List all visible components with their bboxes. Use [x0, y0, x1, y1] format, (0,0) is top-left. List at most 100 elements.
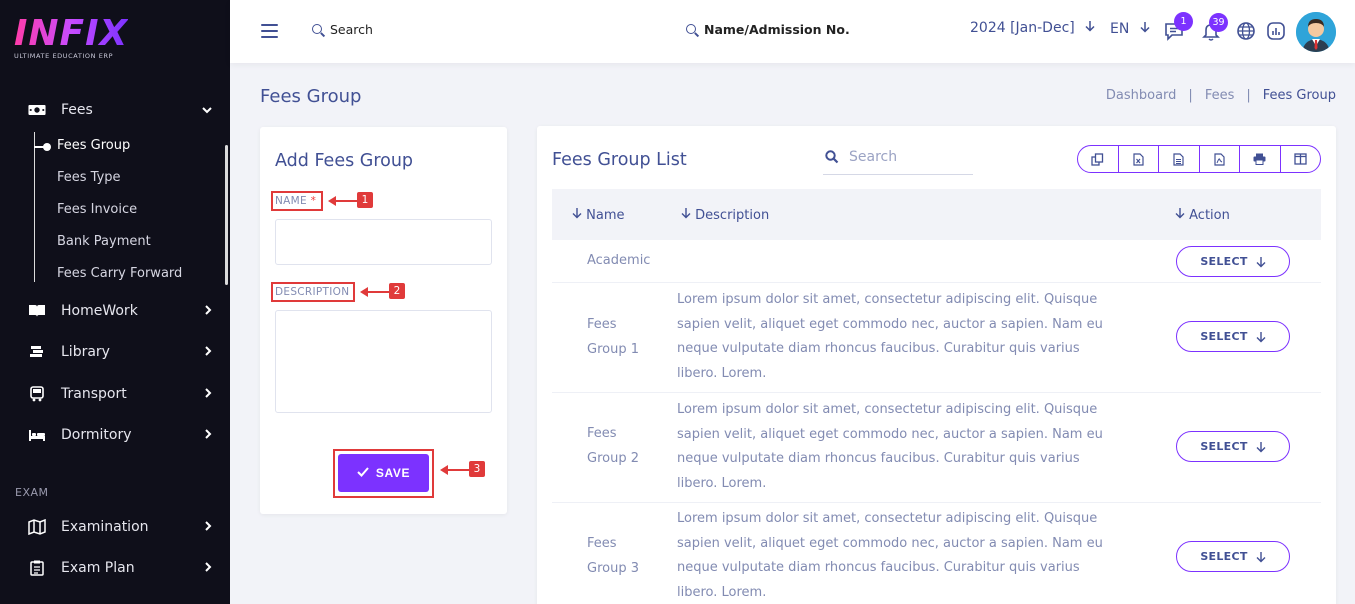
pdf-icon[interactable] [1200, 146, 1240, 172]
row-name-line1: Fees [587, 317, 617, 332]
student-search[interactable]: Name/Admission No. [686, 22, 850, 37]
logo[interactable]: INFIX ULTIMATE EDUCATION ERP [14, 14, 128, 61]
column-action-header[interactable]: Action [1175, 207, 1230, 223]
name-input[interactable] [275, 219, 492, 265]
sidebar-item-label: Examination [61, 519, 149, 535]
chevron-right-icon [205, 520, 212, 534]
session-selector[interactable]: 2024 [Jan-Dec] [970, 20, 1095, 36]
submenu-active-dot [43, 143, 51, 151]
bus-icon [28, 386, 46, 402]
row-name: Fees Group 2 [587, 422, 639, 471]
row-name: Fees Group 1 [587, 313, 639, 362]
save-button-label: SAVE [375, 466, 411, 480]
arrow-down-icon [1256, 256, 1266, 267]
book-icon [28, 303, 46, 319]
csv-icon[interactable] [1159, 146, 1200, 172]
global-search-label: Search [330, 22, 373, 37]
sidebar-subitem-fees-type[interactable]: Fees Type [57, 170, 121, 185]
sidebar-scrollbar[interactable] [225, 145, 228, 285]
sidebar-item-label: Dormitory [61, 427, 132, 443]
row-name: Academic [587, 253, 651, 268]
column-action-label: Action [1189, 208, 1230, 223]
map-icon [28, 519, 46, 535]
column-name-header[interactable]: Name [572, 207, 625, 223]
sidebar-subitem-fees-invoice[interactable]: Fees Invoice [57, 202, 137, 217]
table-header: Name Description Action [552, 189, 1321, 240]
logo-subtitle: ULTIMATE EDUCATION ERP [14, 52, 114, 60]
global-search[interactable]: Search [312, 22, 373, 37]
annotation-box-description [271, 282, 355, 302]
sidebar-item-label: Exam Plan [61, 560, 135, 576]
sidebar-item-fees[interactable]: Fees [0, 95, 230, 125]
chevron-right-icon [205, 387, 212, 401]
search-icon [686, 23, 698, 36]
page-title: Fees Group [260, 86, 362, 107]
arrow-down-icon [1256, 441, 1266, 452]
add-fees-group-card: Add Fees Group NAME * 1 DESCRIPTION 2 SA… [260, 127, 507, 514]
sidebar-subitem-fees-carry-forward[interactable]: Fees Carry Forward [57, 266, 182, 281]
menu-toggle-icon[interactable] [261, 24, 278, 38]
list-search-input[interactable]: Search [823, 140, 973, 175]
sidebar-item-examination[interactable]: Examination [0, 512, 230, 542]
sidebar-subitem-fees-group[interactable]: Fees Group [57, 138, 130, 153]
table-row: Academic SELECT [552, 240, 1321, 283]
row-name-line1: Fees [587, 426, 617, 441]
globe-icon[interactable] [1235, 20, 1257, 42]
save-button[interactable]: SAVE [338, 454, 429, 492]
sidebar-item-transport[interactable]: Transport [0, 379, 230, 409]
notification-badge: 39 [1209, 13, 1228, 32]
chat-badge: 1 [1174, 12, 1193, 31]
sort-arrow-icon [572, 208, 582, 219]
excel-icon[interactable] [1119, 146, 1159, 172]
sidebar-item-dormitory[interactable]: Dormitory [0, 420, 230, 450]
description-textarea[interactable] [275, 310, 492, 413]
annotation-arrow-head [360, 287, 368, 297]
submenu-line [34, 132, 35, 282]
row-name-line1: Fees [587, 536, 617, 551]
analytics-icon[interactable] [1265, 20, 1287, 42]
annotation-number: 3 [469, 461, 485, 477]
language-selector[interactable]: EN [1110, 21, 1150, 37]
sort-arrow-icon [681, 208, 691, 219]
row-name: Fees Group 3 [587, 532, 639, 581]
breadcrumb-fees[interactable]: Fees [1205, 88, 1235, 103]
select-button-label: SELECT [1200, 330, 1248, 343]
list-search-placeholder: Search [849, 149, 898, 165]
sidebar: INFIX ULTIMATE EDUCATION ERP Fees Fees G… [0, 0, 230, 604]
select-button-label: SELECT [1200, 255, 1248, 268]
breadcrumb-separator: | [1246, 88, 1251, 103]
annotation-arrow-head [440, 465, 448, 475]
column-description-label: Description [695, 208, 770, 223]
breadcrumb-dashboard[interactable]: Dashboard [1106, 88, 1177, 103]
money-icon [28, 102, 46, 118]
search-icon [312, 23, 324, 36]
chevron-down-icon [202, 103, 212, 117]
select-button[interactable]: SELECT [1176, 246, 1290, 277]
select-button[interactable]: SELECT [1176, 541, 1290, 572]
select-button[interactable]: SELECT [1176, 431, 1290, 462]
breadcrumb-separator: | [1188, 88, 1193, 103]
chevron-right-icon [205, 428, 212, 442]
column-name-label: Name [586, 208, 625, 223]
search-icon [825, 150, 839, 164]
sidebar-item-homework[interactable]: HomeWork [0, 296, 230, 326]
annotation-number: 2 [389, 283, 405, 299]
column-description-header[interactable]: Description [681, 207, 769, 223]
copy-icon[interactable] [1078, 146, 1119, 172]
export-toolbar [1077, 145, 1321, 173]
columns-icon[interactable] [1281, 146, 1321, 172]
avatar[interactable] [1296, 12, 1336, 52]
arrow-down-icon [1256, 551, 1266, 562]
table-row: Fees Group 3 Lorem ipsum dolor sit amet,… [552, 503, 1321, 604]
print-icon[interactable] [1240, 146, 1281, 172]
sidebar-item-exam-plan[interactable]: Exam Plan [0, 553, 230, 583]
session-value: 2024 [Jan-Dec] [970, 20, 1075, 36]
sidebar-item-library[interactable]: Library [0, 337, 230, 367]
select-button[interactable]: SELECT [1176, 321, 1290, 352]
language-value: EN [1110, 21, 1130, 37]
select-button-label: SELECT [1200, 440, 1248, 453]
sidebar-subitem-bank-payment[interactable]: Bank Payment [57, 234, 151, 249]
sidebar-item-label: Library [61, 344, 110, 360]
chevron-right-icon [205, 345, 212, 359]
row-name-line2: Group 1 [587, 341, 639, 357]
